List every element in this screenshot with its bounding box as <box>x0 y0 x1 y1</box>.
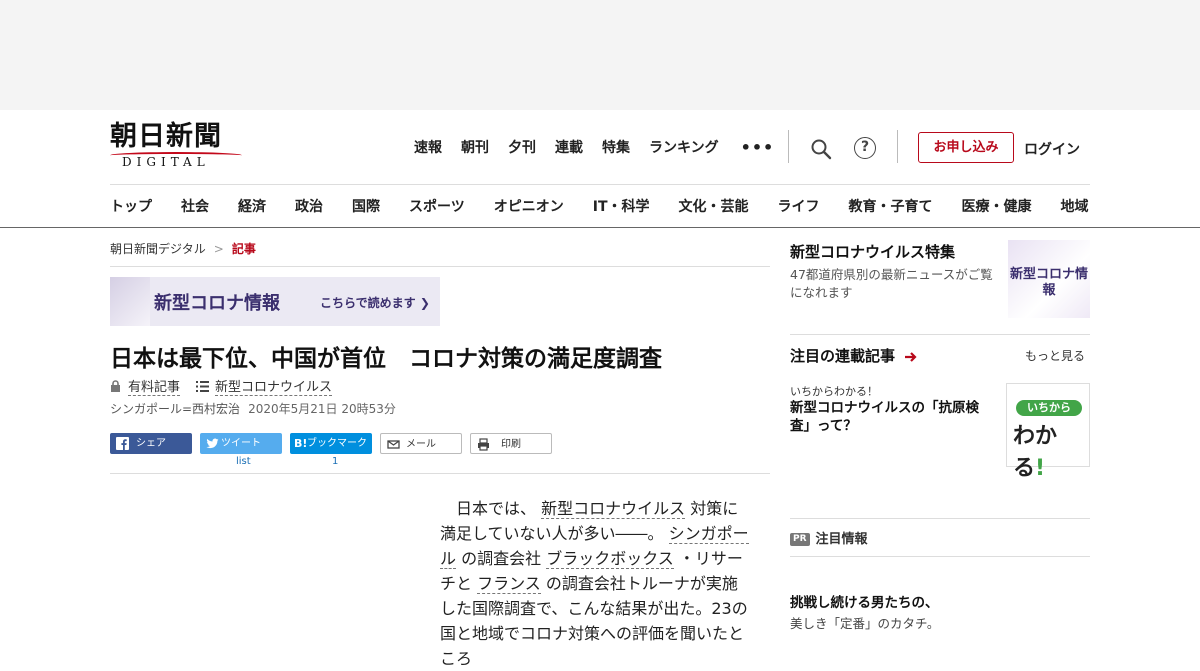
secnav-it-science[interactable]: IT・科学 <box>593 196 650 216</box>
list-icon <box>196 380 210 392</box>
promo-title[interactable]: 挑戦し続ける男たちの、 <box>790 591 939 611</box>
hatena-count[interactable]: 1 <box>332 456 338 467</box>
series-thumbnail[interactable]: いちから わかる! <box>1006 383 1090 481</box>
paid-article-label[interactable]: 有料記事 <box>128 376 181 396</box>
divider <box>897 130 898 163</box>
print-button[interactable]: 印刷 <box>470 433 552 454</box>
divider <box>790 334 1090 335</box>
lock-icon <box>111 380 120 392</box>
author: シンガポール=西村宏治 <box>110 402 241 416</box>
banner-title: 新型コロナ情報 <box>154 293 280 314</box>
divider <box>790 518 1090 519</box>
divider <box>788 130 789 163</box>
pr-badge: PR <box>790 533 810 546</box>
wakaru-pill: いちから <box>1016 400 1082 416</box>
secnav-society[interactable]: 社会 <box>181 196 209 216</box>
divider <box>790 556 1090 557</box>
article-paragraph: 日本では、 新型コロナウイルス 対策に満足していない人が多い――。 シンガポール… <box>440 499 749 668</box>
promo-subtitle: 美しき「定番」のカタチ。 <box>790 616 940 631</box>
article-byline: シンガポール=西村宏治 2020年5月21日 20時53分 <box>110 400 396 417</box>
more-menu-icon[interactable]: ••• <box>741 138 775 157</box>
help-icon[interactable]: ? <box>854 137 876 159</box>
chevron-right-icon: ❯ <box>419 296 430 310</box>
article-title: 日本は最下位、中国が首位 コロナ対策の満足度調査 <box>110 346 662 372</box>
secnav-opinion[interactable]: オピニオン <box>494 196 564 216</box>
top-nav: 速報 朝刊 夕刊 連載 特集 ランキング ••• <box>414 137 774 157</box>
banner-link: こちらで読めます ❯ <box>320 296 430 310</box>
facebook-icon <box>116 437 129 450</box>
logo-kanji: 朝日新聞 <box>110 121 222 152</box>
breadcrumb-home[interactable]: 朝日新聞デジタル <box>110 242 206 256</box>
hatena-bookmark-button[interactable]: B! ブックマーク <box>290 433 372 454</box>
breadcrumb: 朝日新聞デジタル > 記事 <box>110 240 256 257</box>
series-heading[interactable]: 注目の連載記事 <box>790 345 918 366</box>
wakaru-logo: わかる! <box>1013 424 1058 481</box>
section-nav: トップ 社会 経済 政治 国際 スポーツ オピニオン IT・科学 文化・芸能 ラ… <box>110 196 1110 216</box>
search-icon[interactable] <box>810 138 832 160</box>
facebook-share-button[interactable]: シェア <box>110 433 192 454</box>
hatena-icon: B! <box>294 437 308 450</box>
secnav-health[interactable]: 医療・健康 <box>962 196 1032 216</box>
series-kicker: いちからわかる！ <box>790 385 878 398</box>
secnav-international[interactable]: 国際 <box>352 196 380 216</box>
secnav-education[interactable]: 教育・子育て <box>849 196 933 216</box>
print-icon <box>478 438 489 451</box>
secnav-economy[interactable]: 経済 <box>238 196 266 216</box>
series-headline[interactable]: 新型コロナウイルスの「抗原検査」って？ <box>790 399 995 435</box>
inline-link[interactable]: フランス <box>477 574 541 594</box>
topnav-series[interactable]: 連載 <box>555 137 583 157</box>
topnav-evening[interactable]: 夕刊 <box>508 137 536 157</box>
arrow-right-icon <box>905 351 917 362</box>
twitter-share-button[interactable]: ツイート <box>200 433 282 454</box>
inline-link[interactable]: 新型コロナウイルス <box>541 499 686 519</box>
twitter-icon <box>206 438 219 449</box>
secnav-region[interactable]: 地域 <box>1061 196 1089 216</box>
topic-link[interactable]: 新型コロナウイルス <box>215 376 333 396</box>
twitter-count[interactable]: list <box>236 456 251 467</box>
topnav-features[interactable]: 特集 <box>602 137 630 157</box>
logo-digital: DIGITAL <box>122 155 210 169</box>
corona-info-banner[interactable]: 新型コロナ情報 こちらで読めます ❯ <box>110 277 440 326</box>
topnav-morning[interactable]: 朝刊 <box>461 137 489 157</box>
secnav-top[interactable]: トップ <box>110 196 152 216</box>
topnav-breaking[interactable]: 速報 <box>414 137 442 157</box>
banner-graphic <box>110 277 150 326</box>
breadcrumb-separator: > <box>213 242 224 256</box>
asahi-digital-logo[interactable]: 朝日新聞 DIGITAL <box>110 121 242 170</box>
site-header: 朝日新聞 DIGITAL 速報 朝刊 夕刊 連載 特集 ランキング ••• ? … <box>0 110 1200 228</box>
topnav-ranking[interactable]: ランキング <box>649 137 719 157</box>
secnav-sports[interactable]: スポーツ <box>409 196 465 216</box>
login-link[interactable]: ログイン <box>1024 139 1080 159</box>
header-divider <box>110 184 1090 185</box>
ad-placeholder <box>0 0 1200 110</box>
divider <box>110 266 770 267</box>
corona-feature-title[interactable]: 新型コロナウイルス特集 <box>790 241 955 262</box>
mail-share-button[interactable]: メール <box>380 433 462 454</box>
mail-icon <box>387 440 400 449</box>
pr-heading: PR 注目情報 <box>790 528 868 547</box>
article-body: 日本では、 新型コロナウイルス 対策に満足していない人が多い――。 シンガポール… <box>440 496 750 671</box>
breadcrumb-current: 記事 <box>231 242 256 256</box>
share-bar: シェア ツイート B! ブックマーク メール 印刷 <box>110 433 560 454</box>
corona-feature-desc: 47都道府県別の最新ニュースがご覧になれます <box>790 267 993 300</box>
article-tags: 有料記事 新型コロナウイルス <box>110 376 333 396</box>
publish-date: 2020年5月21日 20時53分 <box>248 402 396 416</box>
divider <box>110 473 770 474</box>
secnav-culture[interactable]: 文化・芸能 <box>679 196 749 216</box>
secnav-life[interactable]: ライフ <box>778 196 820 216</box>
corona-feature-thumbnail[interactable]: 新型コロナ情報 <box>1008 240 1090 318</box>
secnav-politics[interactable]: 政治 <box>295 196 323 216</box>
inline-link[interactable]: ブラックボックス <box>546 549 674 569</box>
subscribe-button[interactable]: お申し込み <box>918 132 1014 163</box>
see-more-link[interactable]: もっと見る <box>1025 347 1085 364</box>
